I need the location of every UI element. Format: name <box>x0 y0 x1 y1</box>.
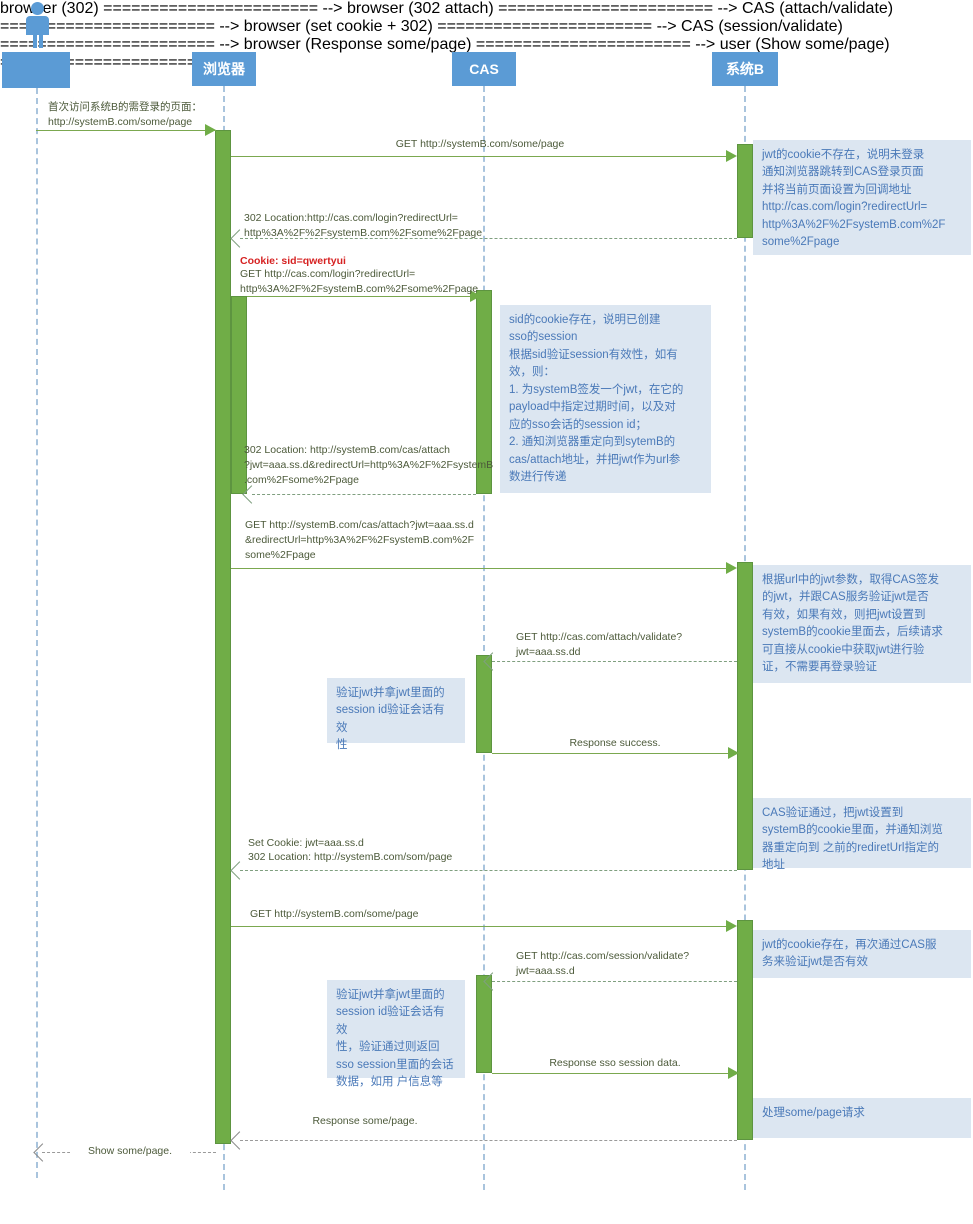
message-label-m9-location: 302 Location: http://systemB.com/som/pag… <box>248 851 453 863</box>
message-line-m1 <box>36 130 216 131</box>
activation-cas-validate <box>476 655 492 753</box>
lifeline-line-user <box>36 88 38 1178</box>
message-label-m4-request: GET http://cas.com/login?redirectUrl= ht… <box>240 268 479 295</box>
note-handle-somepage-request: 处理some/page请求 <box>753 1098 971 1138</box>
actor-body <box>26 16 49 35</box>
actor-leg-right <box>39 34 43 48</box>
actor-person-icon <box>20 2 56 50</box>
note-systemb-jwt-param: 根据url中的jwt参数，取得CAS签发 的jwt，并跟CAS服务验证jwt是否… <box>753 565 971 683</box>
lifeline-header-cas[interactable]: CAS <box>452 52 516 86</box>
note-jwt-cookie-missing: jwt的cookie不存在，说明未登录 通知浏览器跳转到CAS登录页面 并将当前… <box>753 140 971 255</box>
message-line-m11 <box>492 981 737 982</box>
message-label-m3: 302 Location:http://cas.com/login?redire… <box>244 212 483 239</box>
message-line-m9 <box>240 870 737 871</box>
lifeline-header-browser[interactable]: 浏览器 <box>192 52 256 86</box>
message-label-m11: GET http://cas.com/session/validate? jwt… <box>516 950 690 977</box>
activation-cas-session-validate <box>476 975 492 1073</box>
actor-head <box>31 2 44 15</box>
note-jwt-cookie-exists: jwt的cookie存在，再次通过CAS服 务来验证jwt是否有效 <box>753 930 971 978</box>
message-label-m6: GET http://systemB.com/cas/attach?jwt=aa… <box>245 519 475 561</box>
message-line-m2 <box>231 156 731 157</box>
note-cas-sid-session: sid的cookie存在，说明已创建 sso的session 根据sid验证se… <box>500 305 711 493</box>
message-line-m13 <box>240 1140 737 1141</box>
lifeline-label-cas: CAS <box>469 61 499 77</box>
message-line-m6 <box>231 568 731 569</box>
arrowhead-m6 <box>726 562 737 574</box>
message-label-m9-setcookie: Set Cookie: jwt=aaa.ss.d <box>248 837 364 849</box>
arrowhead-m10 <box>726 920 737 932</box>
message-line-m8 <box>492 753 737 754</box>
message-label-m5: 302 Location: http://systemB.com/cas/att… <box>244 444 494 486</box>
note-cas-validate-jwt: 验证jwt并拿jwt里面的 session id验证会话有效 性 <box>327 678 465 751</box>
lifeline-label-systemb: 系统B <box>725 61 765 77</box>
activation-browser-main <box>215 130 231 1144</box>
message-label-m8: Response success. <box>569 737 661 749</box>
message-line-m12 <box>492 1073 737 1074</box>
message-label-m13: Response some/page. <box>312 1115 418 1127</box>
message-label-m2: GET http://systemB.com/some/page <box>395 138 565 150</box>
arrowhead-m2 <box>726 150 737 162</box>
message-label-m14: Show some/page. <box>70 1144 190 1159</box>
note-cas-validate-passed: CAS验证通过，把jwt设置到 systemB的cookie里面，并通知浏览 器… <box>753 798 971 871</box>
message-line-m7 <box>492 661 737 662</box>
message-label-m12: Response sso session data. <box>549 1057 681 1069</box>
lifeline-header-systemb[interactable]: 系统B <box>712 52 778 86</box>
message-label-m7: GET http://cas.com/attach/validate? jwt=… <box>516 631 683 658</box>
sequence-diagram-canvas: 浏览器 CAS 系统B 首次访问系统B的需登录的页面： http://syste… <box>0 0 973 1224</box>
activation-systemb-attach <box>737 562 753 870</box>
message-line-m10 <box>231 926 731 927</box>
message-label-m1: 首次访问系统B的需登录的页面： http://systemB.com/some/… <box>48 101 203 128</box>
message-label-m10: GET http://systemB.com/some/page <box>250 908 419 920</box>
arrowhead-m9 <box>230 861 249 880</box>
note-cas-validate-session-data: 验证jwt并拿jwt里面的 session id验证会话有效 性，验证通过则返回… <box>327 980 465 1088</box>
actor-leg-left <box>33 34 37 48</box>
arrowhead-m13 <box>230 1131 249 1150</box>
lifeline-label-browser: 浏览器 <box>203 61 245 77</box>
message-line-m5 <box>252 494 476 495</box>
lifeline-header-user[interactable] <box>2 52 70 88</box>
